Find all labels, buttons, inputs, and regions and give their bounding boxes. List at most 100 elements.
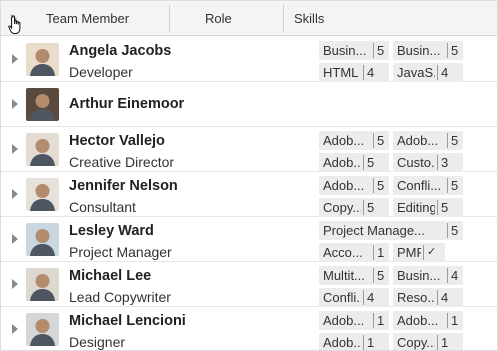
avatar [26,178,59,211]
skill-chip[interactable]: Adob... 5 [393,131,463,150]
skill-chip[interactable]: HTML 4 [319,63,389,82]
skill-chip[interactable]: Confli... 5 [393,176,463,195]
skill-name: Reso... [397,290,435,305]
skill-level: 1 [437,335,448,350]
row-expand-icon[interactable] [12,144,18,154]
skill-chip[interactable]: Busin... 5 [319,41,389,60]
member-name: Angela Jacobs [69,43,172,59]
row-expand-icon[interactable] [12,234,18,244]
skill-level: 5 [447,133,458,148]
skill-level: 1 [447,313,458,328]
skill-level: 5 [363,200,374,215]
column-header-role[interactable]: Role [205,1,232,36]
team-grid: Team Member Role Skills Angela Jacobs Dev… [0,0,498,351]
skill-chip[interactable]: Reso... 4 [393,288,463,307]
table-row[interactable]: Michael Lee Lead Copywriter Multit... 5 Busi… [1,262,497,307]
member-role: Project Manager [69,244,172,260]
skill-level: 4 [437,290,448,305]
avatar [26,313,59,346]
member-role: Creative Director [69,154,175,170]
skill-chip[interactable]: JavaS...4 [393,63,463,82]
skill-name: Acco... [323,245,363,260]
skill-level: 3 [437,155,448,170]
skill-level: 5 [363,155,374,170]
skill-name: PMP [397,245,421,260]
skills-cell: Multit...5Busin...4Confli...4Reso...4 [319,262,497,307]
skill-name: Adob... [397,133,439,148]
skill-chip[interactable]: Confli...4 [319,288,389,307]
row-expand-icon[interactable] [12,99,18,109]
skill-chip[interactable]: Editing 5 [393,198,463,217]
skill-chip[interactable]: Adob... 1 [319,333,389,350]
skill-level: 1 [373,245,384,260]
member-name: Jennifer Nelson [69,178,178,194]
skill-name: Adob... [397,313,439,328]
table-row[interactable]: Hector Vallejo Creative Director Adob... 5 A… [1,127,497,172]
skill-chip[interactable]: PMP✓ [393,243,445,262]
skills-cell [319,82,497,127]
row-expand-icon[interactable] [12,54,18,64]
skill-chip[interactable]: Adob... 5 [319,153,389,172]
member-role: Developer [69,64,133,80]
skill-level: 5 [447,178,458,193]
avatar [26,43,59,76]
row-expand-icon[interactable] [12,279,18,289]
skills-cell: Adob... 1 Adob... 1 Adob... 1 Copy... 1 [319,307,497,350]
skills-cell: Adob... 5 Confli... 5 Copy... 5 Editing 5 [319,172,497,217]
skill-level: 4 [363,290,374,305]
skill-name: Adob... [323,155,361,170]
row-expand-icon[interactable] [12,189,18,199]
row-expand-icon[interactable] [12,324,18,334]
grid-header: Team Member Role Skills [1,1,497,36]
skill-chip[interactable]: Multit... 5 [319,266,389,285]
skill-name: HTML [323,65,359,80]
skill-chip[interactable]: Adob... 1 [319,311,389,330]
skill-chip[interactable]: Custo...3 [393,153,463,172]
table-row[interactable]: Arthur Einemoor [1,82,497,127]
skill-chip[interactable]: Project Manage... 5 [319,221,463,240]
skill-level: 5 [447,223,458,238]
skill-level: 5 [373,268,384,283]
skill-chip[interactable]: Copy... 1 [393,333,463,350]
skill-chip[interactable]: Busin... 5 [393,41,463,60]
skill-level: 5 [373,178,384,193]
table-row[interactable]: Michael Lencioni Designer Adob... 1 Adob... 1… [1,307,497,350]
skill-level: 4 [437,65,448,80]
skill-chip[interactable]: Copy... 5 [319,198,389,217]
column-header-team-member[interactable]: Team Member [46,1,129,36]
avatar [26,268,59,301]
skill-level: 5 [437,200,448,215]
column-divider[interactable] [283,5,284,32]
table-row[interactable]: Lesley Ward Project Manager Project Manage… [1,217,497,262]
skill-name: Adob... [323,178,365,193]
skill-name: Confli... [323,290,361,305]
skills-cell: Adob...5Adob...5Adob...5Custo...3 [319,127,497,172]
skill-name: Busin... [323,43,367,58]
skill-name: Adob... [323,133,365,148]
member-name: Michael Lencioni [69,313,186,329]
skill-chip[interactable]: Adob... 5 [319,176,389,195]
table-row[interactable]: Angela Jacobs Developer Busin... 5 Busin... 5… [1,37,497,82]
skill-chip[interactable]: Busin... 4 [393,266,463,285]
skill-name: Confli... [397,178,442,193]
skills-cell: Project Manage... 5 Acco... 1 PMP✓ [319,217,497,262]
skill-name: Copy... [397,335,435,350]
skill-level: 5 [373,133,384,148]
skill-name: Copy... [323,200,361,215]
skill-name: Busin... [397,268,441,283]
skills-cell: Busin...5Busin...5HTML4JavaS...4 [319,37,497,82]
skill-chip[interactable]: Acco... 1 [319,243,389,262]
skill-name: Multit... [323,268,365,283]
skill-name: JavaS... [397,65,435,80]
skill-level: ✓ [423,245,436,260]
member-name: Hector Vallejo [69,133,165,149]
skill-level: 5 [447,43,458,58]
skill-level: 4 [447,268,458,283]
skill-chip[interactable]: Adob... 5 [319,131,389,150]
avatar [26,88,59,121]
skill-name: Busin... [397,43,441,58]
skill-chip[interactable]: Adob... 1 [393,311,463,330]
table-row[interactable]: Jennifer Nelson Consultant Adob... 5 Confli.… [1,172,497,217]
column-header-skills[interactable]: Skills [294,1,324,36]
column-divider[interactable] [169,5,170,32]
